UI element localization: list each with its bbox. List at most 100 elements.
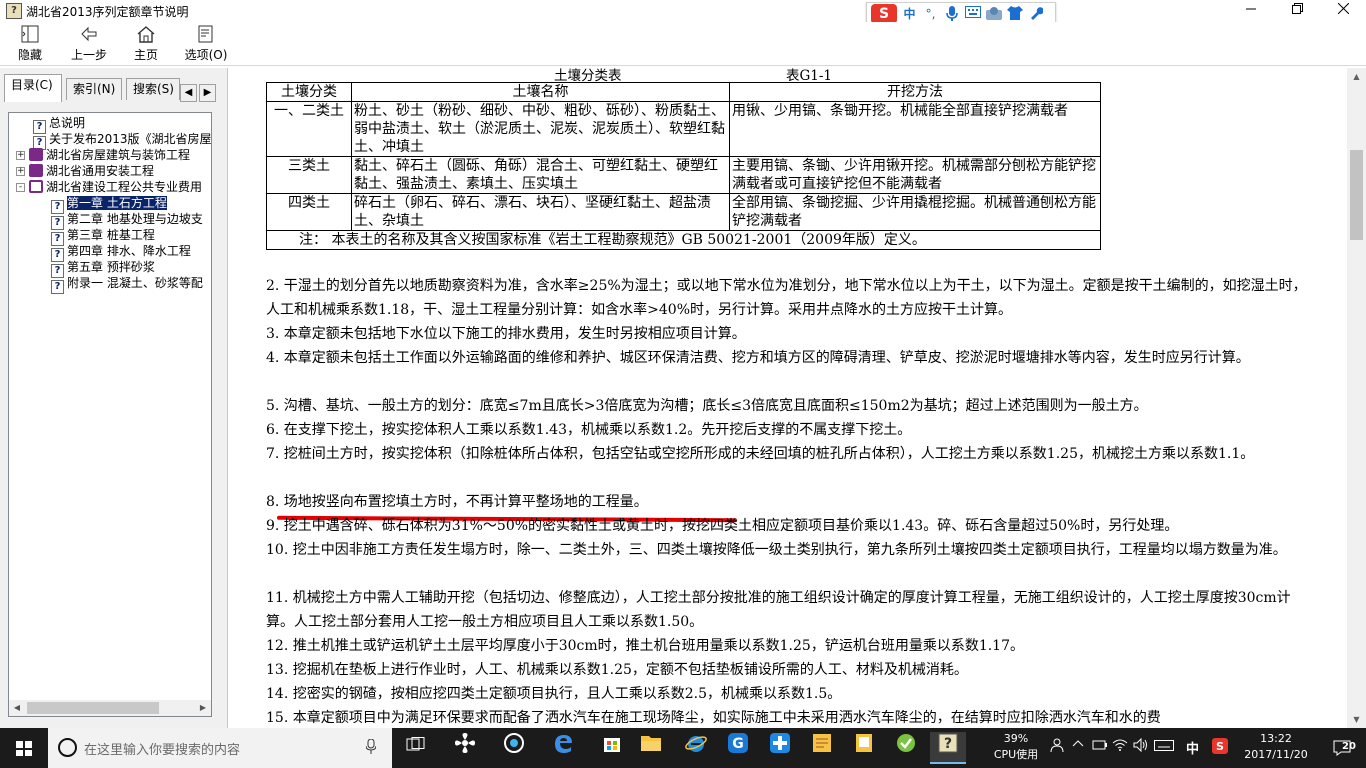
collapse-icon[interactable]: - (16, 183, 25, 192)
table-row: 四类土 碎石土（卵石、碎石、漂石、块石）、坚硬红黏土、超盐渍土、杂填土 全部用镐… (266, 193, 1101, 231)
paragraph-5: 5. 沟槽、基坑、一般土方的划分：底宽≤7m且底长>3倍底宽为沟槽；底长≤3倍底… (266, 398, 1148, 414)
tree-item-general[interactable]: ? 总说明 (33, 115, 85, 134)
battery-icon[interactable] (1092, 738, 1108, 756)
chevron-up-icon[interactable] (1072, 738, 1084, 754)
home-icon (136, 25, 156, 43)
tab-scroll-right-icon[interactable]: ▶ (199, 84, 216, 102)
table-cell: 黏土、碎石土（圆砾、角砾）混合土、可塑红黏土、硬塑红黏土、强盐渍土、素填土、压实… (351, 156, 730, 194)
nav-tabs: 目录(C) 索引(N) 搜索(S) ◀ ▶ (4, 74, 220, 102)
tree-item-chapter-4[interactable]: ? 第四章 排水、降水工程 (51, 243, 191, 262)
table-row: 三类土 黏土、碎石土（圆砾、角砾）混合土、可塑红黏土、硬塑红黏土、强盐渍土、素填… (266, 156, 1101, 194)
windows-logo-icon (16, 741, 32, 756)
cpu-usage[interactable]: 39% CPU使用 (988, 731, 1044, 763)
navigation-pane: 目录(C) 索引(N) 搜索(S) ◀ ▶ ? 总说明 ? 关于发布2013版《湖北… (0, 68, 224, 728)
paragraph-10: 10. 挖土中因非施工方责任发生塌方时，除一、二类土外，三、四类土壤按降低一级土… (266, 542, 1287, 558)
g-app-icon[interactable]: G (720, 732, 756, 764)
start-button[interactable] (0, 728, 48, 768)
notification-center[interactable]: 20 (1322, 732, 1362, 764)
paragraph-7: 7. 挖桩间土方时，按实挖体积（扣除桩体所占体积，包括空钻或空挖所形成的未经回填… (266, 446, 1255, 462)
content-vertical-scrollbar[interactable]: ▲ ▼ (1347, 68, 1366, 728)
scroll-thumb[interactable] (1350, 150, 1363, 240)
scroll-thumb[interactable] (27, 702, 159, 714)
home-button[interactable]: 主页 (124, 24, 168, 64)
microphone-icon[interactable] (365, 738, 377, 758)
microphone-icon[interactable] (943, 5, 960, 23)
cortana-icon (58, 738, 77, 757)
book-open-icon (29, 180, 43, 193)
close-button[interactable] (1320, 0, 1366, 22)
tree-item-public[interactable]: 湖北省建设工程公共专业费用 (29, 179, 202, 195)
hide-button[interactable]: 隐藏 (8, 24, 52, 64)
keyboard-icon[interactable] (964, 5, 981, 23)
help-app-icon[interactable]: ? (930, 732, 966, 764)
ie-icon[interactable] (678, 732, 714, 764)
tab-scroll-left-icon[interactable]: ◀ (180, 84, 197, 102)
pane-splitter[interactable] (224, 68, 228, 728)
svg-text:?: ? (944, 736, 952, 752)
book-closed-icon (29, 148, 43, 161)
tree-item-chapter-5[interactable]: ? 第五章 预拌砂浆 (51, 259, 155, 278)
tree-item-notice[interactable]: ? 关于发布2013版《湖北省房屋 (33, 131, 211, 150)
table-cell: 主要用镐、条锄、少许用锹开挖。机械需部分刨松方能铲挖满载者或可直接铲挖但不能满载… (729, 156, 1101, 194)
tree-item-installation[interactable]: 湖北省通用安装工程 (29, 163, 154, 179)
tree-item-chapter-3[interactable]: ? 第三章 桩基工程 (51, 227, 155, 246)
options-icon (196, 25, 216, 43)
tree-item-building[interactable]: 湖北省房屋建筑与装饰工程 (29, 147, 190, 163)
options-button[interactable]: 选项(O) (180, 24, 232, 64)
tablet-app-icon[interactable] (846, 732, 882, 764)
task-view-icon[interactable] (398, 732, 434, 764)
explorer-icon[interactable] (633, 732, 669, 764)
svg-text:S: S (1216, 740, 1224, 753)
scroll-left-icon[interactable]: ◀ (9, 700, 25, 716)
restore-button[interactable] (1274, 0, 1320, 22)
network-app-icon[interactable] (496, 732, 532, 764)
notes-app-icon[interactable] (804, 732, 840, 764)
title-bar[interactable]: ? 湖北省2013序列定额章节说明 S 中 °, (0, 0, 1366, 26)
taskbar-search[interactable]: 在这里输入你要搜索的内容 (48, 728, 392, 768)
paragraph-3: 3. 本章定额未包括地下水位以下施工的排水费用，发生时另按相应项目计算。 (266, 326, 746, 342)
contents-tree[interactable]: ? 总说明 ? 关于发布2013版《湖北省房屋 + 湖北省房屋建筑与装饰工程 + 湖… (8, 112, 212, 717)
green-app-icon[interactable] (888, 732, 924, 764)
edge-icon[interactable] (545, 732, 581, 764)
back-button[interactable]: 上一步 (62, 24, 116, 64)
scroll-down-icon[interactable]: ▼ (1347, 711, 1366, 728)
table-cell: 碎石土（卵石、碎石、漂石、块石）、坚硬红黏土、超盐渍土、杂填土 (351, 193, 730, 231)
keyboard-icon[interactable] (1154, 738, 1174, 756)
ime-punct[interactable]: °, (922, 6, 939, 23)
store-icon[interactable] (594, 732, 630, 764)
tree-item-chapter-2[interactable]: ? 第二章 地基处理与边坡支 (51, 211, 203, 230)
scroll-right-icon[interactable]: ▶ (195, 700, 211, 716)
paragraph-12: 12. 推土机推土或铲运机铲土土层平均厚度小于30cm时，推土机台班用量乘以系数… (266, 638, 1024, 654)
back-arrow-icon (79, 25, 99, 43)
scroll-up-icon[interactable]: ▲ (1347, 68, 1366, 85)
sogou-tray-icon[interactable]: S (1212, 738, 1228, 758)
sogou-logo-icon[interactable]: S (871, 4, 897, 24)
table-note-row: 注： 本表土的名称及其含义按国家标准《岩土工程勘察规范》GB 50021-200… (266, 230, 1101, 250)
paragraph-8: 8. 场地按竖向布置挖填土方时，不再计算平整场地的工程量。 (266, 494, 648, 510)
paragraph-11: 11. 机械挖土方中需人工辅助开挖（包括切边、修整底边），人工挖土部分按批准的施… (266, 590, 1291, 630)
tab-contents[interactable]: 目录(C) (4, 74, 62, 102)
tab-search[interactable]: 搜索(S) (126, 78, 180, 100)
shirt-icon[interactable] (1006, 5, 1023, 23)
minimize-button[interactable] (1228, 0, 1274, 22)
tab-index[interactable]: 索引(N) (66, 78, 122, 100)
paragraph-13: 13. 挖掘机在垫板上进行作业时，人工、机械乘以系数1.25，定额不包括垫板铺设… (266, 662, 968, 678)
plus-app-icon[interactable] (762, 732, 798, 764)
expand-icon[interactable]: + (16, 167, 25, 176)
window-title: 湖北省2013序列定额章节说明 (26, 4, 189, 19)
toolbar: 隐藏 上一步 主页 选项(O) (0, 22, 1366, 66)
tree-item-appendix-1[interactable]: ? 附录一 混凝土、砂浆等配 (51, 275, 203, 294)
tree-horizontal-scrollbar[interactable]: ◀ ▶ (9, 700, 211, 716)
fan-app-icon[interactable] (447, 732, 483, 764)
wifi-icon[interactable] (1112, 738, 1128, 756)
ime-language[interactable]: 中 (1186, 738, 1199, 757)
ime-mode[interactable]: 中 (901, 6, 918, 23)
soil-classification-table: 土壤分类 土壤名称 开挖方法 一、二类土 粉土、砂土（粉砂、细砂、中砂、粗砂、砾… (266, 82, 1101, 250)
tree-item-chapter-1[interactable]: ? 第一章 土石方工程 (51, 195, 167, 214)
expand-icon[interactable]: + (16, 151, 25, 160)
skin-icon[interactable] (985, 6, 1002, 23)
person-icon[interactable] (1050, 738, 1064, 756)
volume-icon[interactable] (1133, 737, 1149, 756)
wrench-icon[interactable] (1027, 6, 1044, 23)
clock[interactable]: 13:22 2017/11/20 (1238, 731, 1314, 763)
